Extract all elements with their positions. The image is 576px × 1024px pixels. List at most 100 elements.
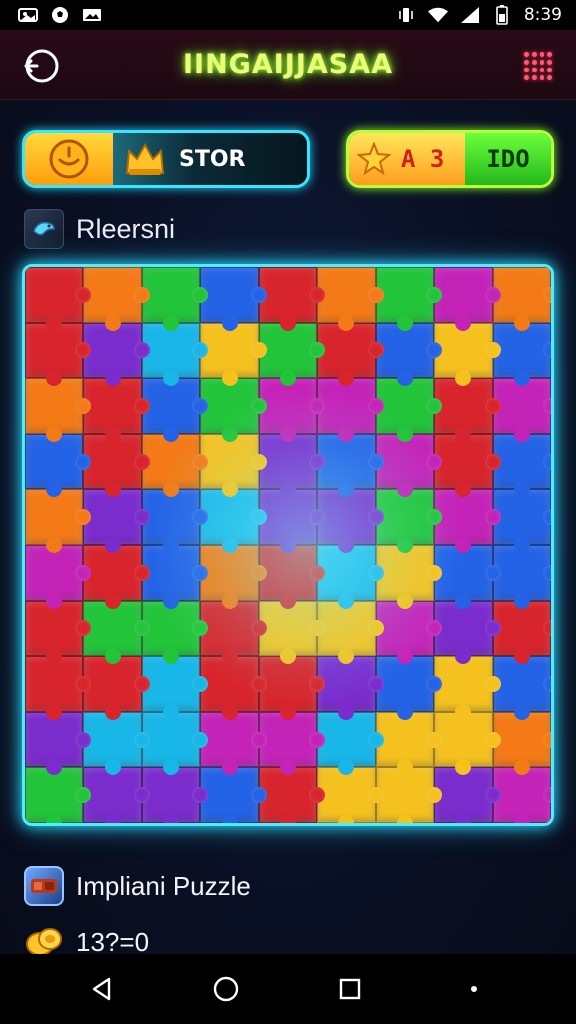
puzzle-piece[interactable] (434, 600, 502, 664)
puzzle-piece[interactable] (141, 267, 209, 331)
puzzle-piece[interactable] (200, 767, 268, 823)
puzzle-piece[interactable] (83, 544, 151, 609)
puzzle-piece[interactable] (25, 600, 92, 664)
puzzle-piece[interactable] (492, 656, 551, 720)
grid-menu-button[interactable] (518, 46, 558, 86)
puzzle-piece[interactable] (317, 600, 385, 664)
puzzle-piece[interactable] (25, 322, 92, 386)
puzzle-piece[interactable] (141, 656, 209, 720)
puzzle-piece[interactable] (141, 489, 209, 553)
puzzle-piece[interactable] (141, 433, 209, 497)
puzzle-board[interactable] (22, 264, 554, 826)
puzzle-piece[interactable] (25, 267, 92, 331)
puzzle-piece[interactable] (317, 322, 385, 386)
puzzle-piece[interactable] (375, 267, 443, 331)
crown-icon (125, 142, 165, 175)
puzzle-piece[interactable] (25, 489, 92, 553)
puzzle-piece[interactable] (375, 489, 443, 553)
puzzle-piece[interactable] (317, 489, 385, 553)
puzzle-piece[interactable] (375, 544, 443, 609)
puzzle-piece[interactable] (375, 433, 443, 497)
puzzle-piece[interactable] (141, 544, 209, 609)
puzzle-piece[interactable] (492, 433, 551, 497)
puzzle-piece[interactable] (492, 322, 551, 386)
puzzle-piece[interactable] (83, 600, 151, 664)
puzzle-piece[interactable] (317, 544, 385, 609)
puzzle-piece[interactable] (141, 378, 209, 442)
nav-recents-button[interactable] (328, 967, 372, 1011)
puzzle-piece[interactable] (375, 322, 443, 386)
puzzle-piece[interactable] (200, 489, 268, 553)
puzzle-piece[interactable] (258, 600, 326, 664)
puzzle-piece[interactable] (492, 711, 551, 775)
puzzle-piece[interactable] (25, 711, 92, 775)
puzzle-piece[interactable] (200, 544, 268, 609)
puzzle-piece[interactable] (258, 544, 326, 609)
puzzle-piece[interactable] (375, 767, 443, 823)
puzzle-piece[interactable] (317, 656, 385, 720)
puzzle-piece[interactable] (83, 322, 151, 386)
puzzle-piece[interactable] (375, 656, 443, 720)
puzzle-piece[interactable] (317, 378, 385, 442)
puzzle-piece[interactable] (434, 767, 502, 823)
puzzle-piece[interactable] (83, 711, 151, 775)
puzzle-piece[interactable] (434, 489, 502, 553)
puzzle-piece[interactable] (434, 711, 502, 775)
puzzle-piece[interactable] (83, 267, 151, 331)
puzzle-piece[interactable] (317, 433, 385, 497)
puzzle-piece[interactable] (375, 711, 443, 775)
puzzle-piece[interactable] (317, 767, 385, 823)
nav-back-button[interactable] (80, 967, 124, 1011)
puzzle-piece[interactable] (258, 489, 326, 553)
puzzle-piece[interactable] (434, 267, 502, 331)
nav-home-button[interactable] (204, 967, 248, 1011)
puzzle-piece[interactable] (434, 433, 502, 497)
puzzle-piece[interactable] (83, 767, 151, 823)
puzzle-piece[interactable] (258, 433, 326, 497)
puzzle-piece[interactable] (25, 433, 92, 497)
puzzle-grid[interactable] (25, 267, 551, 823)
puzzle-piece[interactable] (492, 767, 551, 823)
puzzle-piece[interactable] (200, 433, 268, 497)
puzzle-piece[interactable] (258, 267, 326, 331)
puzzle-piece[interactable] (200, 322, 268, 386)
puzzle-piece[interactable] (200, 711, 268, 775)
puzzle-piece[interactable] (434, 378, 502, 442)
store-panel[interactable]: STOR (22, 130, 310, 188)
puzzle-piece[interactable] (258, 656, 326, 720)
puzzle-piece[interactable] (83, 489, 151, 553)
puzzle-piece[interactable] (141, 322, 209, 386)
puzzle-piece[interactable] (258, 767, 326, 823)
puzzle-piece[interactable] (141, 711, 209, 775)
puzzle-piece[interactable] (25, 767, 92, 823)
puzzle-piece[interactable] (258, 711, 326, 775)
puzzle-piece[interactable] (83, 656, 151, 720)
puzzle-piece[interactable] (83, 378, 151, 442)
puzzle-piece[interactable] (317, 267, 385, 331)
puzzle-piece[interactable] (83, 433, 151, 497)
puzzle-piece[interactable] (434, 656, 502, 720)
puzzle-piece[interactable] (141, 600, 209, 664)
puzzle-piece[interactable] (258, 322, 326, 386)
puzzle-piece[interactable] (492, 544, 551, 609)
puzzle-piece[interactable] (258, 378, 326, 442)
puzzle-piece[interactable] (25, 656, 92, 720)
back-button[interactable] (18, 43, 64, 89)
puzzle-piece[interactable] (200, 267, 268, 331)
puzzle-piece[interactable] (492, 267, 551, 331)
puzzle-piece[interactable] (141, 767, 209, 823)
puzzle-piece[interactable] (200, 656, 268, 720)
puzzle-piece[interactable] (492, 600, 551, 664)
puzzle-piece[interactable] (434, 322, 502, 386)
puzzle-piece[interactable] (492, 378, 551, 442)
puzzle-piece[interactable] (25, 544, 92, 609)
puzzle-piece[interactable] (200, 600, 268, 664)
puzzle-piece[interactable] (375, 378, 443, 442)
puzzle-piece[interactable] (492, 489, 551, 553)
puzzle-piece[interactable] (317, 711, 385, 775)
puzzle-piece[interactable] (434, 544, 502, 609)
puzzle-piece[interactable] (375, 600, 443, 664)
score-value: A 3 (401, 145, 445, 173)
puzzle-piece[interactable] (200, 378, 268, 442)
puzzle-piece[interactable] (25, 378, 92, 442)
